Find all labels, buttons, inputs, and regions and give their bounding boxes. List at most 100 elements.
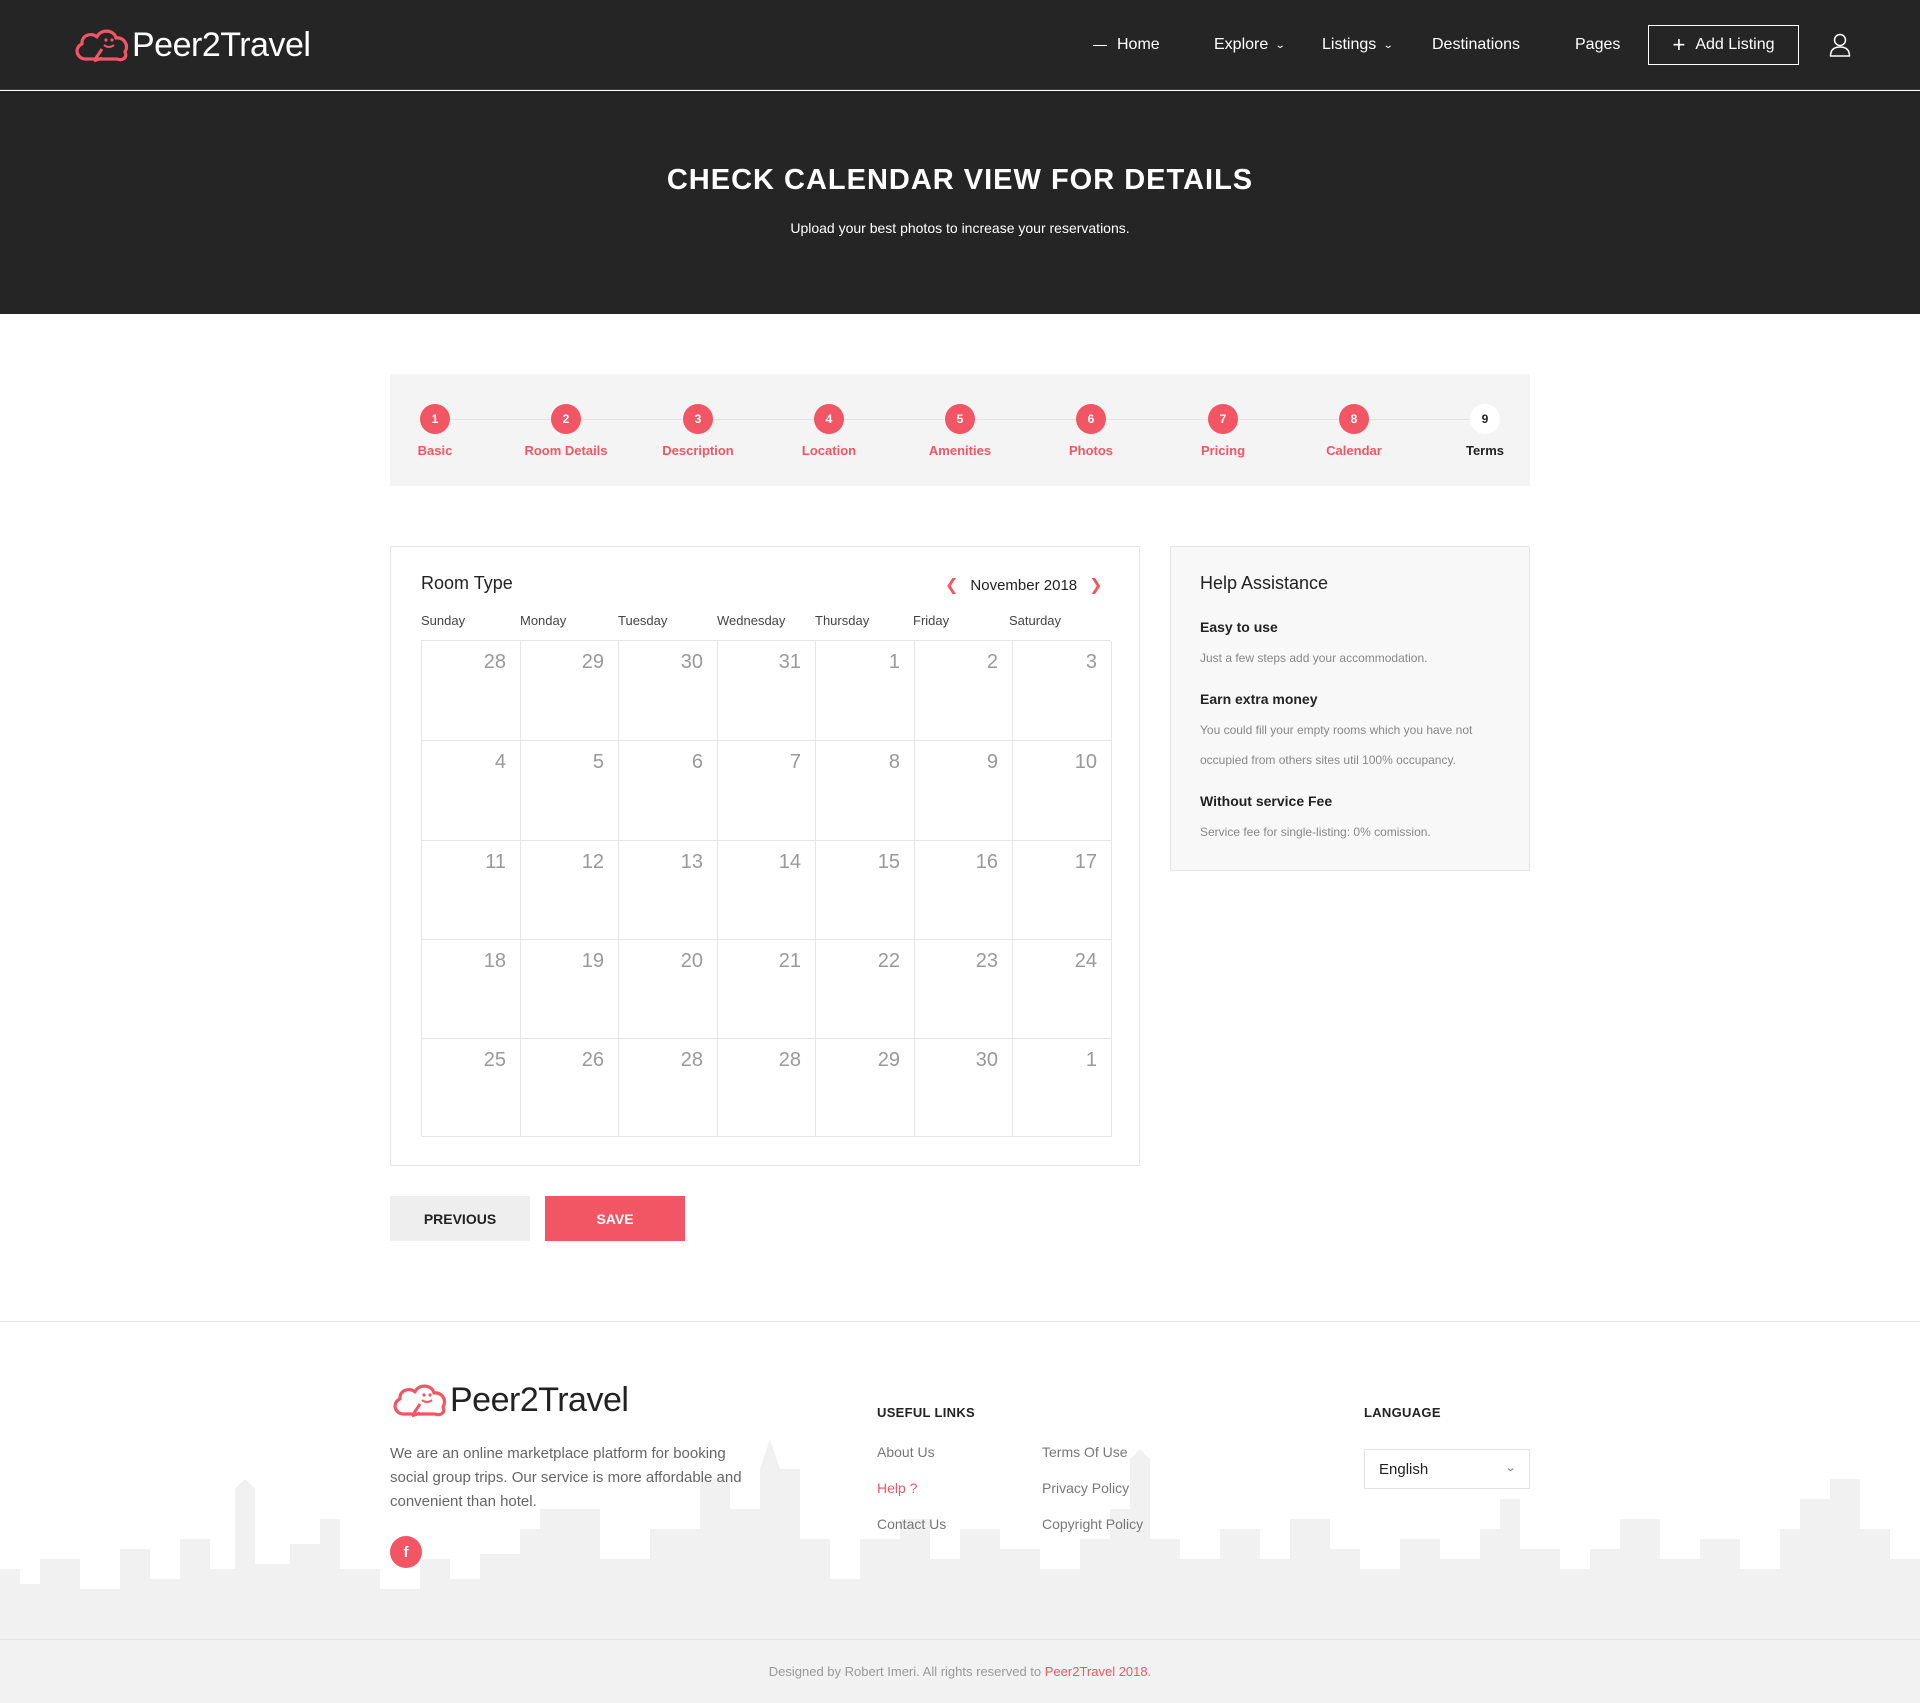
- chevron-right-icon[interactable]: ❯: [1089, 575, 1102, 595]
- calendar-day-number: 18: [483, 950, 506, 972]
- calendar-day-cell[interactable]: 16: [915, 841, 1013, 940]
- site-logo[interactable]: Peer2Travel: [72, 22, 311, 68]
- footer-link-help[interactable]: Help ?: [877, 1480, 917, 1496]
- help-item-title: Earn extra money: [1200, 691, 1318, 707]
- help-item-text: Service fee for single-listing: 0% comis…: [1200, 825, 1431, 839]
- footer-link-contact[interactable]: Contact Us: [877, 1516, 946, 1532]
- footer-logo[interactable]: Peer2Travel: [390, 1380, 629, 1420]
- calendar-day-cell[interactable]: 18: [422, 940, 521, 1039]
- calendar-day-cell[interactable]: 10: [1013, 741, 1112, 841]
- step-number: 8: [1339, 404, 1369, 434]
- calendar-day-number: 10: [1074, 751, 1097, 773]
- calendar-day-cell[interactable]: 2: [915, 641, 1013, 741]
- calendar-day-cell[interactable]: 6: [619, 741, 718, 841]
- nav-home[interactable]: Home: [1093, 36, 1160, 54]
- user-icon[interactable]: [1829, 33, 1851, 57]
- calendar-day-cell[interactable]: 29: [521, 641, 619, 741]
- page-title: CHECK CALENDAR VIEW FOR DETAILS: [666, 164, 1254, 196]
- calendar-day-cell[interactable]: 7: [718, 741, 816, 841]
- step-number: 7: [1208, 404, 1238, 434]
- help-title: Help Assistance: [1200, 573, 1329, 593]
- weekday-label: Wednesday: [717, 613, 786, 628]
- copyright-brand-link[interactable]: Peer2Travel 2018: [1045, 1664, 1148, 1679]
- step-location[interactable]: 4 Location: [769, 404, 889, 458]
- step-calendar[interactable]: 8 Calendar: [1294, 404, 1414, 458]
- previous-button[interactable]: PREVIOUS: [390, 1196, 530, 1241]
- nav-explore[interactable]: Explore ⌄: [1214, 36, 1286, 54]
- footer-link-terms[interactable]: Terms Of Use: [1042, 1444, 1128, 1460]
- step-number: 1: [420, 404, 450, 434]
- calendar-day-cell[interactable]: 8: [816, 741, 915, 841]
- calendar-day-number: 21: [778, 950, 801, 972]
- calendar-day-cell[interactable]: 3: [1013, 641, 1112, 741]
- hero-banner: CHECK CALENDAR VIEW FOR DETAILS Upload y…: [0, 91, 1920, 314]
- nav-destinations[interactable]: Destinations: [1432, 36, 1520, 54]
- calendar-day-cell[interactable]: 11: [422, 841, 521, 940]
- step-basic[interactable]: 1 Basic: [375, 404, 495, 458]
- step-number: 9: [1470, 404, 1500, 434]
- step-room-details[interactable]: 2 Room Details: [506, 404, 626, 458]
- weekday-label: Sunday: [421, 613, 466, 628]
- step-label: Calendar: [1326, 443, 1382, 458]
- footer-logo-text: Peer2Travel: [450, 1380, 629, 1419]
- calendar-day-cell[interactable]: 15: [816, 841, 915, 940]
- step-terms[interactable]: 9 Terms: [1425, 404, 1545, 458]
- calendar-day-cell[interactable]: 26: [521, 1039, 619, 1137]
- calendar-day-cell[interactable]: 22: [816, 940, 915, 1039]
- plus-icon: +: [1672, 32, 1686, 57]
- calendar-day-cell[interactable]: 30: [619, 641, 718, 741]
- step-photos[interactable]: 6 Photos: [1031, 404, 1151, 458]
- calendar-day-cell[interactable]: 9: [915, 741, 1013, 841]
- calendar-day-cell[interactable]: 5: [521, 741, 619, 841]
- calendar-day-cell[interactable]: 20: [619, 940, 718, 1039]
- calendar-day-number: 23: [975, 950, 998, 972]
- facebook-icon[interactable]: f: [390, 1536, 422, 1568]
- footer-link-about[interactable]: About Us: [877, 1444, 935, 1460]
- calendar-day-cell[interactable]: 28: [718, 1039, 816, 1137]
- chevron-down-icon: ⌄: [1274, 39, 1286, 51]
- add-listing-button[interactable]: + Add Listing: [1648, 25, 1799, 65]
- calendar-day-cell[interactable]: 28: [619, 1039, 718, 1137]
- calendar-day-cell[interactable]: 29: [816, 1039, 915, 1137]
- footer-link-copyright[interactable]: Copyright Policy: [1042, 1516, 1143, 1532]
- step-label: Terms: [1465, 443, 1505, 458]
- step-amenities[interactable]: 5 Amenities: [900, 404, 1020, 458]
- calendar-day-cell[interactable]: 14: [718, 841, 816, 940]
- calendar-day-cell[interactable]: 21: [718, 940, 816, 1039]
- calendar-day-number: 19: [581, 950, 604, 972]
- chevron-left-icon[interactable]: ❮: [945, 575, 958, 595]
- calendar-day-number: 13: [680, 851, 703, 873]
- calendar-day-cell[interactable]: 4: [422, 741, 521, 841]
- calendar-day-cell[interactable]: 28: [422, 641, 521, 741]
- step-pricing[interactable]: 7 Pricing: [1163, 404, 1283, 458]
- calendar-day-number: 25: [483, 1049, 506, 1071]
- calendar-day-cell[interactable]: 31: [718, 641, 816, 741]
- calendar-day-cell[interactable]: 25: [422, 1039, 521, 1137]
- step-description[interactable]: 3 Description: [638, 404, 758, 458]
- save-button[interactable]: SAVE: [545, 1196, 685, 1241]
- calendar-day-cell[interactable]: 30: [915, 1039, 1013, 1137]
- help-item-title: Without service Fee: [1200, 793, 1333, 809]
- calendar-day-cell[interactable]: 1: [1013, 1039, 1112, 1137]
- calendar-day-number: 30: [680, 651, 703, 673]
- calendar-day-cell[interactable]: 19: [521, 940, 619, 1039]
- nav-listings[interactable]: Listings ⌄: [1322, 36, 1394, 54]
- language-select[interactable]: English ⌄: [1364, 1449, 1530, 1489]
- step-label: Pricing: [1200, 443, 1246, 458]
- calendar-day-cell[interactable]: 12: [521, 841, 619, 940]
- calendar-card: Room Type ❮ November 2018 ❯ Sunday Monda…: [390, 546, 1140, 1166]
- calendar-day-cell[interactable]: 1: [816, 641, 915, 741]
- nav-pages-label: Pages: [1575, 36, 1621, 53]
- nav-pages[interactable]: Pages: [1575, 36, 1620, 54]
- calendar-day-cell[interactable]: 17: [1013, 841, 1112, 940]
- footer-link-privacy[interactable]: Privacy Policy: [1042, 1480, 1129, 1496]
- site-header: Peer2Travel Home Explore ⌄ Listings ⌄ De…: [0, 0, 1920, 90]
- calendar-day-number: 11: [485, 851, 506, 873]
- calendar-day-number: 28: [778, 1049, 801, 1071]
- calendar-day-cell[interactable]: 24: [1013, 940, 1112, 1039]
- wizard-steps: 1 Basic 2 Room Details 3 Description 4 L…: [390, 374, 1530, 486]
- calendar-day-number: 29: [877, 1049, 900, 1071]
- calendar-day-cell[interactable]: 23: [915, 940, 1013, 1039]
- calendar-day-number: 22: [877, 950, 900, 972]
- calendar-day-cell[interactable]: 13: [619, 841, 718, 940]
